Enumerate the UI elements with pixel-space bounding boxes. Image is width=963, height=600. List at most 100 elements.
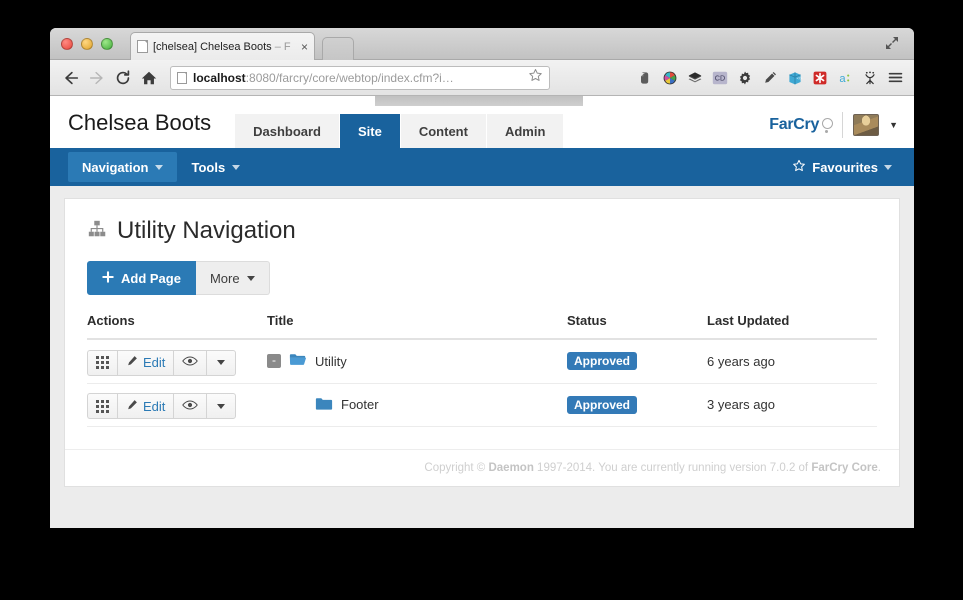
grid-view-button[interactable] — [87, 349, 117, 376]
tab-admin[interactable]: Admin — [486, 114, 565, 148]
tab-dashboard[interactable]: Dashboard — [235, 114, 340, 148]
forward-icon[interactable] — [84, 65, 110, 91]
browser-tab-title: [chelsea] Chelsea Boots – F — [153, 40, 291, 53]
more-button[interactable]: More — [195, 261, 270, 295]
back-icon[interactable] — [58, 65, 84, 91]
browser-toolbar: localhost:8080/farcry/core/webtop/index.… — [50, 60, 914, 96]
folder-open-icon — [289, 352, 307, 370]
color-wheel-icon[interactable] — [659, 67, 681, 89]
package-icon[interactable]: </> — [784, 67, 806, 89]
wishbone-icon[interactable] — [859, 67, 881, 89]
new-tab-button[interactable] — [322, 37, 354, 60]
plus-icon — [102, 270, 114, 286]
collapse-toggle[interactable]: - — [267, 354, 281, 369]
favourites-menu[interactable]: Favourites — [792, 159, 914, 176]
layers-icon[interactable] — [684, 67, 706, 89]
table-body: Edit - Utility Approved 6 years ago Edit… — [87, 339, 877, 427]
header-right-cluster: FarCry ▼ — [769, 112, 914, 148]
menu-icon[interactable] — [884, 67, 906, 89]
dropdown-shadow-strip — [375, 96, 583, 106]
address-bar[interactable]: localhost:8080/farcry/core/webtop/index.… — [170, 65, 550, 90]
status-badge: Approved — [567, 352, 638, 371]
star-icon — [792, 159, 806, 176]
copyright-middle: 1997-2014. You are currently running ver… — [533, 462, 812, 474]
table-row: Edit — [87, 383, 877, 427]
tab-site[interactable]: Site — [340, 114, 401, 148]
row-more-button[interactable] — [206, 349, 237, 376]
evernote-icon[interactable] — [634, 67, 656, 89]
preview-button[interactable] — [173, 393, 207, 419]
copyright-prefix: Copyright © — [424, 462, 489, 474]
copyright-footer: Copyright © Daemon 1997-2014. You are cu… — [65, 449, 899, 486]
window-minimize-button[interactable] — [81, 38, 93, 50]
preview-button[interactable] — [173, 349, 207, 376]
tools-menu-label: Tools — [191, 159, 226, 175]
url-text: localhost:8080/farcry/core/webtop/index.… — [193, 70, 454, 85]
chevron-down-icon — [884, 164, 892, 170]
row-action-button-group: Edit — [87, 349, 237, 376]
page-viewport: Chelsea Boots Dashboard Site Content Adm… — [50, 96, 914, 528]
farcry-logo-text: FarCry — [769, 116, 820, 133]
page-title: Utility Navigation — [117, 217, 296, 244]
pencil-icon — [126, 399, 138, 414]
content-card: Utility Navigation Add Page More Actions… — [64, 198, 900, 487]
chevron-down-icon — [217, 403, 226, 409]
row-title-label[interactable]: Utility — [315, 354, 347, 369]
edit-button[interactable]: Edit — [117, 349, 174, 376]
eye-icon — [182, 399, 199, 414]
browser-window: [chelsea] Chelsea Boots – F × localhost:… — [50, 28, 914, 528]
more-label: More — [209, 270, 240, 286]
svg-text:a: a — [839, 73, 846, 85]
window-close-button[interactable] — [61, 38, 73, 50]
chevron-down-icon — [155, 164, 164, 170]
pencil-icon — [126, 355, 138, 370]
grid-view-button[interactable] — [87, 393, 117, 419]
status-badge: Approved — [567, 395, 638, 414]
table-header-row: Actions Title Status Last Updated — [87, 313, 877, 340]
home-icon[interactable] — [136, 65, 162, 91]
asterisk-icon[interactable] — [809, 67, 831, 89]
browser-tab[interactable]: [chelsea] Chelsea Boots – F × — [130, 32, 315, 60]
reload-icon[interactable] — [110, 65, 136, 91]
table-header: Actions Title Status Last Updated — [87, 313, 877, 340]
edit-button[interactable]: Edit — [117, 393, 174, 419]
favourites-label: Favourites — [812, 159, 878, 175]
row-more-button[interactable] — [206, 393, 237, 419]
svg-text:</>: </> — [797, 75, 803, 80]
add-page-button[interactable]: Add Page — [87, 261, 196, 295]
chevron-down-icon — [246, 275, 255, 281]
pencil-icon[interactable] — [759, 67, 781, 89]
row-action-button-group: Edit — [87, 393, 237, 419]
window-maximize-button[interactable] — [101, 38, 113, 50]
row-last-updated-cell: 6 years ago — [707, 339, 877, 384]
row-status-cell: Approved — [567, 339, 707, 384]
gear-icon[interactable] — [734, 67, 756, 89]
avatar[interactable] — [853, 114, 880, 136]
tab-close-icon[interactable]: × — [297, 41, 308, 53]
navigation-menu-label: Navigation — [82, 159, 149, 175]
folder-closed-icon — [315, 396, 333, 414]
adblock-icon[interactable]: a — [834, 67, 856, 89]
browser-tab-strip: [chelsea] Chelsea Boots – F × — [50, 28, 914, 60]
page-action-toolbar: Add Page More — [87, 261, 877, 295]
edit-label: Edit — [143, 355, 166, 370]
coda-icon[interactable]: CD — [709, 67, 731, 89]
tab-content[interactable]: Content — [400, 114, 487, 148]
extension-toolbar: CD </> a — [634, 67, 906, 89]
sidebar-item-navigation[interactable]: Navigation — [68, 152, 178, 182]
tools-menu[interactable]: Tools — [177, 152, 254, 182]
svg-text:CD: CD — [715, 73, 725, 82]
row-title-label[interactable]: Footer — [341, 397, 379, 412]
row-status-cell: Approved — [567, 383, 707, 427]
bookmark-star-icon[interactable] — [528, 68, 543, 88]
grid-icon — [96, 399, 109, 413]
column-header-actions: Actions — [87, 313, 267, 340]
column-header-last-updated: Last Updated — [707, 313, 877, 340]
column-header-title: Title — [267, 313, 567, 340]
chevron-down-icon — [232, 164, 241, 170]
chevron-down-icon[interactable]: ▼ — [889, 120, 898, 130]
farcry-mark-icon — [822, 117, 834, 133]
page-security-icon — [177, 71, 187, 84]
fullscreen-icon[interactable] — [884, 35, 904, 53]
page-title-row: Utility Navigation — [87, 217, 877, 245]
